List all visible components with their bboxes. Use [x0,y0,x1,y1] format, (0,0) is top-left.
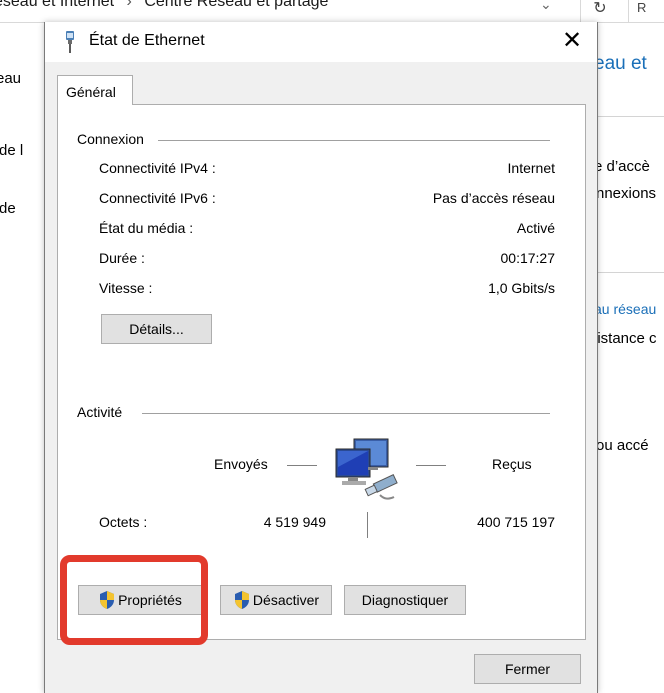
search-box[interactable]: R [628,0,664,22]
media-state-value: Activé [516,220,555,236]
duration-value: 00:17:27 [500,250,556,266]
ipv4-value: Internet [507,160,555,176]
disable-button-label: Désactiver [252,592,320,608]
network-link[interactable]: au réseau [594,301,656,317]
divider [596,272,664,273]
ipv4-label: Connectivité IPv4 : [99,160,216,176]
ipv6-value: Pas d’accès réseau [432,190,555,206]
activite-group-line [142,413,550,414]
duration-label: Durée : [99,250,145,266]
sidebar-item-2[interactable]: de l [0,142,23,159]
ipv6-label: Connectivité IPv6 : [99,190,216,206]
dialog-titlebar[interactable]: État de Ethernet ✕ [45,22,597,62]
received-line [416,465,446,466]
connexion-group-label: Connexion [77,131,152,147]
breadcrumb-separator-icon: › [126,0,132,10]
uac-shield-icon [234,591,249,609]
details-button[interactable]: Détails... [101,314,212,344]
annotation-highlight [60,555,208,645]
connections-text: nnexions [596,185,657,202]
received-label: Reçus [492,456,532,472]
close-button[interactable]: Fermer [474,654,581,684]
diagnose-button[interactable]: Diagnostiquer [344,585,466,615]
connexion-group-line [158,140,550,141]
sent-line [287,465,317,466]
address-bar[interactable]: éseau et Internet › Centre Réseau et par… [0,0,664,23]
speed-label: Vitesse : [99,280,153,296]
octets-sent-value: 4 519 949 [263,514,326,530]
breadcrumb: éseau et Internet › Centre Réseau et par… [0,0,328,11]
distance-text: listance c [594,330,657,347]
activity-divider [367,512,368,538]
main-heading: eau et [594,53,647,74]
refresh-icon[interactable]: ↻ [580,0,619,22]
network-type-text: e d’accè [594,158,650,175]
sidebar-item-1[interactable]: eau [0,70,21,87]
breadcrumb-item-network-internet[interactable]: éseau et Internet [0,0,114,10]
close-icon[interactable]: ✕ [555,26,589,56]
media-state-label: État du média : [99,220,194,236]
activite-group-label: Activité [77,404,131,420]
chevron-down-icon[interactable]: ⌄ [540,0,552,13]
breadcrumb-item-network-center[interactable]: Centre Réseau et partage [144,0,328,10]
divider [596,116,664,117]
ethernet-plug-icon [66,31,74,53]
disable-button[interactable]: Désactiver [220,585,332,615]
speed-value: 1,0 Gbits/s [488,280,555,296]
dialog-title: État de Ethernet [89,32,205,49]
sidebar-item-3[interactable]: de [0,200,16,217]
octets-label: Octets : [99,514,148,530]
octets-received-value: 400 715 197 [477,514,555,530]
sent-label: Envoyés [214,456,268,472]
tab-general[interactable]: Général [57,75,133,105]
network-computers-icon [335,438,398,500]
access-text: ou accé [596,437,649,454]
